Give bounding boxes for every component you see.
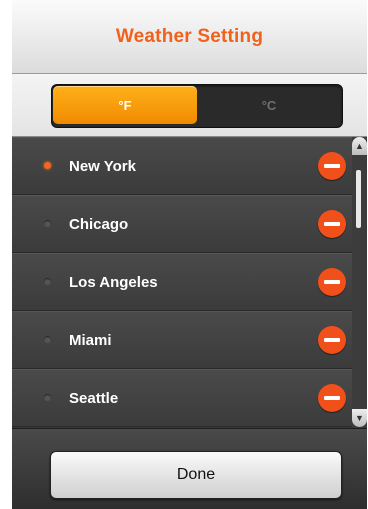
remove-icon[interactable] — [318, 210, 346, 238]
city-list: New York Chicago Los Angeles Miami Seatt… — [12, 137, 352, 427]
scroll-down-icon[interactable]: ▼ — [352, 409, 367, 427]
city-name: New York — [69, 158, 136, 175]
weather-setting-dialog: Weather Setting °F °C New York Chicago L… — [12, 0, 367, 509]
indicator-icon — [44, 394, 51, 401]
temperature-unit-toggle: °F °C — [51, 84, 343, 128]
city-name: Los Angeles — [69, 274, 158, 291]
remove-icon[interactable] — [318, 384, 346, 412]
remove-icon[interactable] — [318, 326, 346, 354]
city-row-chicago[interactable]: Chicago — [12, 195, 352, 253]
city-row-new-york[interactable]: New York — [12, 137, 352, 195]
scroll-up-icon[interactable]: ▲ — [352, 137, 367, 155]
unit-bar: °F °C — [12, 74, 367, 137]
city-row-seattle[interactable]: Seattle — [12, 369, 352, 427]
page-title: Weather Setting — [115, 25, 264, 47]
city-name: Seattle — [69, 390, 119, 407]
celsius-button[interactable]: °C — [197, 86, 341, 124]
done-button[interactable]: Done — [50, 451, 342, 499]
indicator-icon — [44, 278, 51, 285]
fahrenheit-button[interactable]: °F — [53, 86, 197, 124]
indicator-icon — [44, 336, 51, 343]
scroll-thumb[interactable] — [356, 170, 361, 228]
footer: Done — [12, 428, 367, 509]
header: Weather Setting — [12, 0, 367, 74]
selected-indicator-icon — [44, 162, 51, 169]
city-name: Chicago — [69, 216, 129, 233]
indicator-icon — [44, 220, 51, 227]
city-row-los-angeles[interactable]: Los Angeles — [12, 253, 352, 311]
remove-icon[interactable] — [318, 152, 346, 180]
city-row-miami[interactable]: Miami — [12, 311, 352, 369]
city-name: Miami — [69, 332, 112, 349]
remove-icon[interactable] — [318, 268, 346, 296]
scrollbar[interactable]: ▲ ▼ — [352, 137, 367, 427]
